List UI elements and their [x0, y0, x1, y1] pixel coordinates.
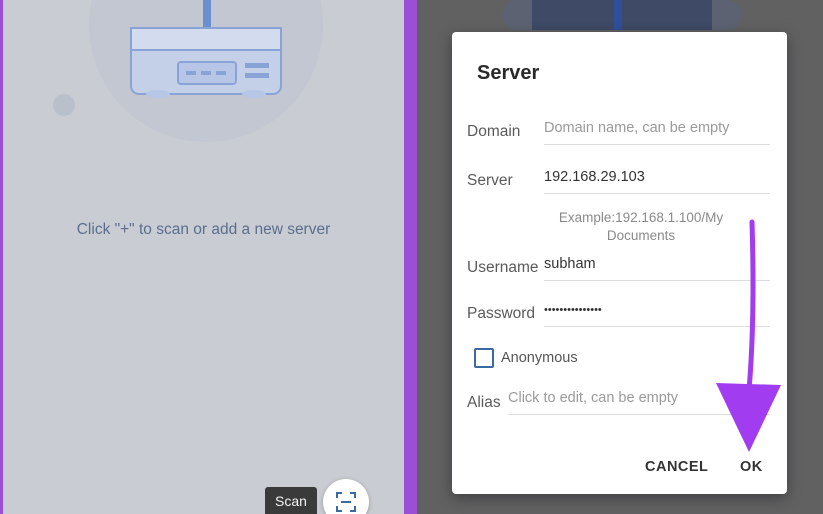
username-field[interactable]: subham	[544, 254, 770, 281]
alias-field[interactable]: Click to edit, can be empty	[508, 388, 770, 415]
password-label: Password	[467, 305, 536, 322]
empty-state-message: Click "+" to scan or add a new server	[76, 221, 331, 238]
ok-button[interactable]: OK	[740, 459, 763, 475]
domain-placeholder: Domain name, can be empty	[544, 120, 730, 136]
username-value: subham	[544, 256, 596, 272]
password-field[interactable]: •••••••••••••••	[544, 300, 770, 327]
alias-label: Alias	[467, 394, 501, 411]
scan-icon	[336, 492, 356, 512]
anonymous-checkbox[interactable]	[474, 348, 494, 368]
username-label: Username	[467, 259, 539, 276]
server-label: Server	[467, 172, 513, 189]
router-illustration-icon	[130, 0, 282, 98]
server-hint: Example:192.168.1.100/My Documents	[558, 210, 724, 243]
decorative-dot	[53, 94, 75, 116]
scan-button[interactable]	[323, 479, 369, 514]
password-value: •••••••••••••••	[544, 304, 602, 316]
anonymous-label: Anonymous	[501, 350, 578, 366]
alias-placeholder: Click to edit, can be empty	[508, 390, 679, 406]
server-value: 192.168.29.103	[544, 169, 645, 185]
scan-tooltip: Scan	[265, 487, 317, 514]
dialog-title: Server	[477, 62, 540, 84]
cancel-button[interactable]: CANCEL	[645, 459, 708, 475]
server-field[interactable]: 192.168.29.103	[544, 167, 770, 194]
domain-field[interactable]: Domain name, can be empty	[544, 118, 770, 145]
left-phone-screen: Click "+" to scan or add a new server Sc…	[3, 0, 404, 514]
server-dialog: Server Domain Domain name, can be empty …	[452, 32, 787, 494]
domain-label: Domain	[467, 123, 521, 140]
